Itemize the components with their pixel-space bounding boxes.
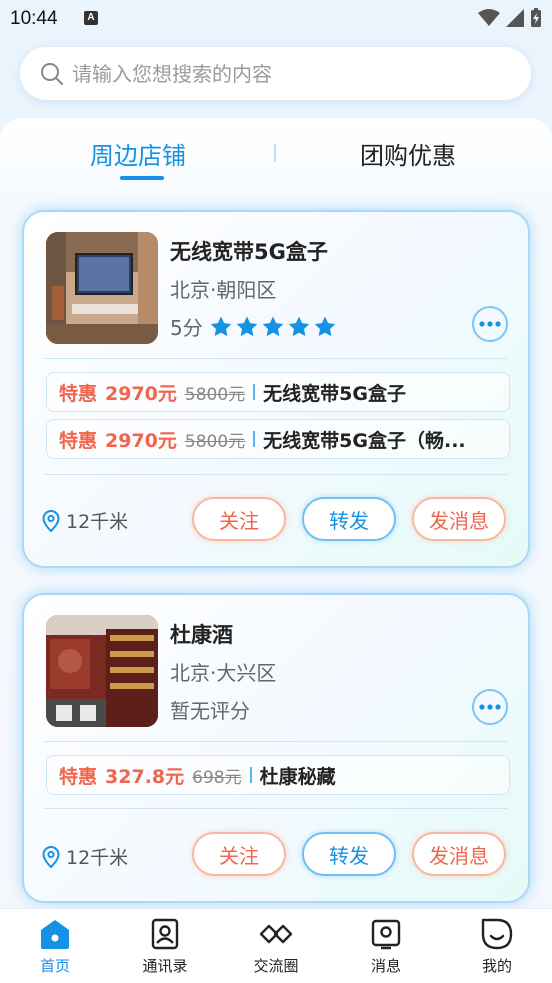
search-input[interactable] <box>72 61 492 86</box>
nav-circle[interactable]: 交流圈 <box>236 917 316 976</box>
search-bar[interactable] <box>20 47 531 100</box>
tab-group-deals[interactable]: 团购优惠 <box>360 136 456 171</box>
star-icon <box>314 316 336 336</box>
nav-label: 通讯录 <box>142 957 188 975</box>
deal-price: 2970元 <box>105 382 177 405</box>
store-location: 北京·大兴区 <box>170 661 277 685</box>
deal-separator <box>253 384 256 400</box>
divider <box>44 474 508 475</box>
wifi-icon <box>478 9 500 26</box>
deal-item[interactable]: 特惠 327.8元 698元 杜康秘藏 <box>46 755 510 795</box>
deal-tag: 特惠 <box>59 382 98 405</box>
deal-tag: 特惠 <box>59 765 98 788</box>
location-pin-icon <box>42 509 60 532</box>
store-rating: 5分 <box>170 312 337 341</box>
follow-button[interactable]: 关注 <box>192 832 286 876</box>
nav-contacts[interactable]: 通讯录 <box>125 917 205 976</box>
store-name: 杜康酒 <box>170 623 233 647</box>
deal-tag: 特惠 <box>59 429 98 452</box>
deal-name: 无线宽带5G盒子（畅... <box>263 429 466 452</box>
profile-icon <box>481 918 513 950</box>
deal-separator <box>253 431 256 447</box>
divider <box>44 808 508 809</box>
status-time: 10:44 <box>10 8 58 29</box>
deal-price: 327.8元 <box>105 765 185 788</box>
store-card[interactable]: 杜康酒 北京·大兴区 暂无评分 特惠 327.8元 698元 杜康秘藏 12千米… <box>22 593 530 903</box>
more-options-button[interactable] <box>472 689 508 725</box>
distance-text: 12千米 <box>66 511 129 533</box>
share-button[interactable]: 转发 <box>302 832 396 876</box>
status-bar: 10:44 A <box>0 0 552 36</box>
nav-home[interactable]: 首页 <box>15 917 95 976</box>
store-rating: 暂无评分 <box>170 695 250 724</box>
nav-label: 我的 <box>481 957 512 975</box>
deal-name: 无线宽带5G盒子 <box>263 382 406 405</box>
share-button[interactable]: 转发 <box>302 497 396 541</box>
status-icons <box>478 8 542 28</box>
store-card[interactable]: 无线宽带5G盒子 北京·朝阳区 5分 特惠 2970元 5800元 无线宽带5G… <box>22 210 530 568</box>
signal-icon <box>506 9 524 27</box>
battery-icon <box>531 8 541 27</box>
message-button[interactable]: 发消息 <box>412 497 506 541</box>
deal-original-price: 5800元 <box>184 431 246 452</box>
bottom-navigation: 首页 通讯录 交流圈 消息 我的 <box>0 908 552 983</box>
follow-button[interactable]: 关注 <box>192 497 286 541</box>
store-distance: 12千米 <box>42 507 128 534</box>
more-dots-icon <box>479 704 501 710</box>
nav-profile[interactable]: 我的 <box>457 917 537 976</box>
search-icon <box>41 62 63 85</box>
more-options-button[interactable] <box>472 306 508 342</box>
tab-divider <box>274 144 276 162</box>
contacts-icon <box>151 918 179 950</box>
rating-text: 暂无评分 <box>170 699 250 723</box>
store-location: 北京·朝阳区 <box>170 278 277 302</box>
divider <box>44 741 508 742</box>
message-button[interactable]: 发消息 <box>412 832 506 876</box>
store-thumbnail[interactable] <box>46 232 158 344</box>
home-icon <box>41 920 69 949</box>
star-icon <box>236 316 258 336</box>
more-dots-icon <box>479 321 501 327</box>
deal-name: 杜康秘藏 <box>259 765 336 788</box>
deal-original-price: 5800元 <box>184 384 246 405</box>
store-distance: 12千米 <box>42 843 128 870</box>
nav-label: 首页 <box>39 957 70 975</box>
nav-messages[interactable]: 消息 <box>346 917 426 976</box>
store-thumbnail[interactable] <box>46 615 158 727</box>
location-pin-icon <box>42 845 60 868</box>
tab-nearby-stores[interactable]: 周边店铺 <box>90 136 186 171</box>
deal-separator <box>249 767 252 783</box>
nav-label: 消息 <box>370 957 401 975</box>
distance-text: 12千米 <box>66 847 129 869</box>
circle-icon <box>259 924 293 944</box>
deal-item[interactable]: 特惠 2970元 5800元 无线宽带5G盒子（畅... <box>46 419 510 459</box>
star-icon <box>262 316 284 336</box>
star-icon <box>288 316 310 336</box>
notification-icon: A <box>84 11 98 25</box>
star-rating <box>209 315 337 339</box>
deal-item[interactable]: 特惠 2970元 5800元 无线宽带5G盒子 <box>46 372 510 412</box>
nav-label: 交流圈 <box>253 957 299 975</box>
tab-bar: 周边店铺 团购优惠 <box>0 136 552 196</box>
divider <box>44 358 508 359</box>
star-icon <box>210 316 232 336</box>
store-name: 无线宽带5G盒子 <box>170 240 328 264</box>
deal-price: 2970元 <box>105 429 177 452</box>
message-icon <box>371 919 401 950</box>
rating-text: 5分 <box>170 316 203 340</box>
tab-active-indicator <box>120 176 164 180</box>
deal-original-price: 698元 <box>192 767 242 788</box>
